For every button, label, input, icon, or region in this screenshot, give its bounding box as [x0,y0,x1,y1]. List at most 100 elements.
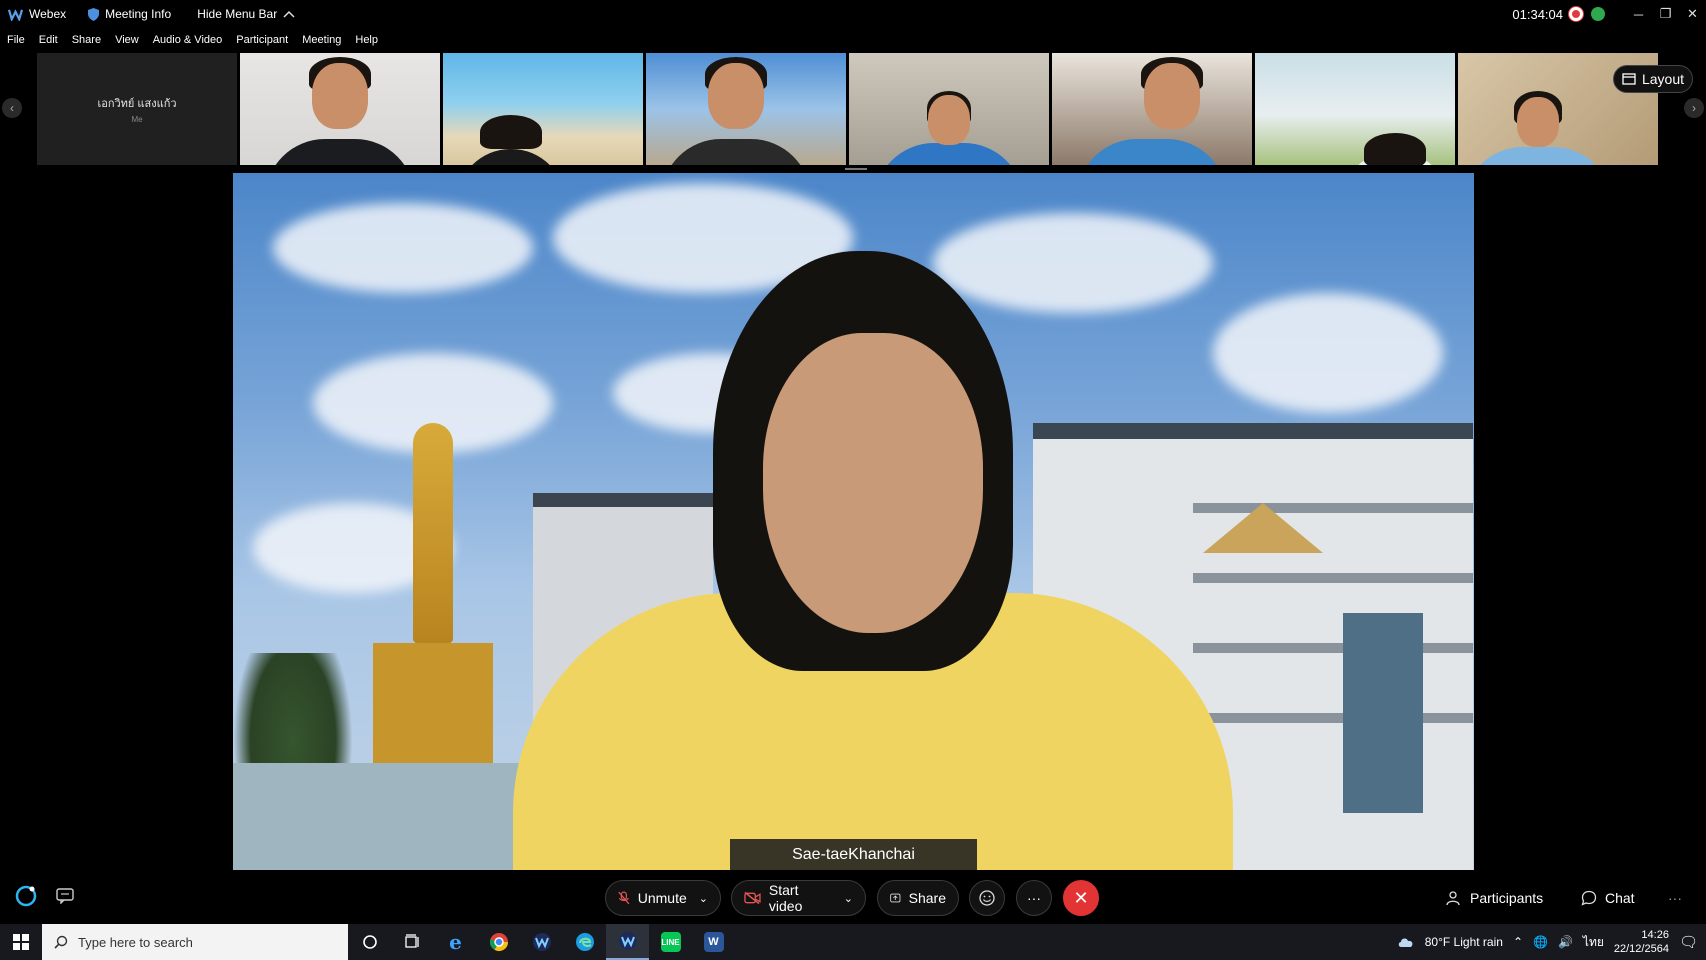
participant-video [1463,147,1613,165]
participants-label: Participants [1470,890,1544,906]
line-icon[interactable]: LINE [649,924,692,960]
start-video-label: Start video [768,882,803,914]
participant-tile[interactable] [443,53,643,165]
system-tray: 80°F Light rain ⌃ 🌐 🔊 ไทย 14:26 22/12/25… [1397,924,1706,960]
camera-off-icon [744,891,761,905]
chat-label: Chat [1605,890,1635,906]
self-label: Me [131,115,143,124]
participant-tile[interactable] [1052,53,1252,165]
task-view-icon[interactable] [391,924,434,960]
participant-tile[interactable] [1255,53,1455,165]
clock-date: 22/12/2564 [1613,943,1669,955]
chrome-icon[interactable] [477,924,520,960]
unmute-button[interactable]: Unmute ⌄ [605,880,721,916]
participant-video [1077,139,1227,165]
word-icon[interactable]: W [692,924,735,960]
microphone-muted-icon [618,891,630,905]
chevron-down-icon[interactable]: ⌄ [844,892,853,905]
clock-time: 14:26 [1641,929,1669,941]
meeting-control-bar: Unmute ⌄ Start video ⌄ Share ··· ✕ Parti… [0,870,1706,925]
chat-icon [1581,890,1597,906]
panel-more-button[interactable]: ··· [1668,880,1682,916]
windows-logo-icon [13,934,29,950]
start-video-button[interactable]: Start video ⌄ [731,880,866,916]
participant-video [661,139,811,165]
windows-taskbar: Type here to search e LINE W 80°F Light … [0,924,1706,960]
leave-meeting-button[interactable]: ✕ [1063,880,1099,916]
weather-cloud-icon [1398,938,1413,947]
control-bar-left [14,884,74,908]
participant-tile[interactable] [849,53,1049,165]
chevron-down-icon[interactable]: ⌄ [699,892,708,905]
chevron-up-icon[interactable]: ⌃ [1513,935,1523,949]
more-options-button[interactable]: ··· [1016,880,1052,916]
menu-file[interactable]: File [7,34,25,46]
hide-menu-bar-button[interactable]: Hide Menu Bar [197,7,295,21]
menu-participant[interactable]: Participant [236,34,288,46]
menu-edit[interactable]: Edit [39,34,58,46]
participants-button[interactable]: Participants [1446,880,1543,916]
share-screen-icon [890,893,901,903]
title-bar: Webex Meeting Info Hide Menu Bar 01:34:0… [0,0,1706,28]
filmstrip-next-button[interactable]: › [1684,98,1704,118]
share-button[interactable]: Share [877,880,959,916]
menu-view[interactable]: View [115,34,139,46]
system-clock[interactable]: 14:26 22/12/2564 [1614,928,1669,956]
meeting-info-button[interactable]: Meeting Info [88,7,171,21]
filmstrip-prev-button[interactable]: ‹ [2,98,22,118]
captions-icon[interactable] [56,888,74,904]
search-icon [54,935,68,949]
active-speaker-name-tag: Sae-taeKhanchai [730,839,977,871]
menu-audio-video[interactable]: Audio & Video [153,34,223,46]
notification-icon[interactable]: 🗨 [1679,933,1698,951]
layout-icon [1622,73,1636,85]
title-bar-right: 01:34:04 ─ ❐ ✕ [1512,0,1706,28]
participant-video [874,143,1024,165]
connection-status-icon[interactable] [1591,7,1605,21]
close-icon: ✕ [1073,887,1089,908]
more-options-icon: ··· [1668,890,1682,906]
close-icon[interactable]: ✕ [1679,0,1706,28]
menu-share[interactable]: Share [72,34,101,46]
webex-taskbar-icon[interactable] [520,924,563,960]
webex-meeting-taskbar-icon[interactable] [606,924,649,960]
unmute-label: Unmute [637,890,687,906]
weather-text[interactable]: 80°F Light rain [1425,935,1503,949]
meeting-timer: 01:34:04 [1512,6,1563,22]
chevron-right-icon: › [1692,101,1696,115]
recording-icon[interactable] [1569,7,1583,21]
search-placeholder: Type here to search [78,934,193,950]
restore-icon[interactable]: ❐ [1652,0,1679,28]
chevron-up-icon [283,10,295,18]
participant-tile[interactable] [240,53,440,165]
input-language[interactable]: ไทย [1583,933,1604,952]
participant-tile[interactable] [646,53,846,165]
volume-icon[interactable]: 🔊 [1558,935,1573,949]
self-video-tile[interactable]: เอกวิทย์ แสงแก้ว Me [37,53,237,165]
menu-help[interactable]: Help [355,34,378,46]
meeting-info-label: Meeting Info [105,7,172,21]
active-speaker-video[interactable] [233,173,1474,870]
network-icon[interactable]: 🌐 [1533,935,1548,949]
taskbar-search-box[interactable]: Type here to search [42,924,348,960]
participants-icon [1446,891,1460,906]
resize-handle[interactable] [845,168,867,170]
more-options-icon: ··· [1027,890,1041,906]
minimize-icon[interactable]: ─ [1625,0,1652,28]
hide-menu-bar-label: Hide Menu Bar [197,7,278,21]
internet-explorer-icon[interactable]: e [434,924,477,960]
chevron-left-icon: ‹ [10,101,14,115]
webex-assistant-icon[interactable] [14,884,38,908]
layout-label: Layout [1641,71,1685,87]
start-button[interactable] [0,924,42,960]
menu-bar: File Edit Share View Audio & Video Parti… [0,30,385,50]
reactions-button[interactable] [969,880,1005,916]
menu-meeting[interactable]: Meeting [302,34,341,46]
edge-icon[interactable] [563,924,606,960]
shield-icon [88,7,100,21]
share-label: Share [908,890,946,906]
layout-button[interactable]: Layout [1613,65,1693,93]
cortana-icon[interactable] [348,924,391,960]
participant-filmstrip: เอกวิทย์ แสงแก้ว Me [37,53,1658,165]
chat-button[interactable]: Chat [1581,880,1635,916]
